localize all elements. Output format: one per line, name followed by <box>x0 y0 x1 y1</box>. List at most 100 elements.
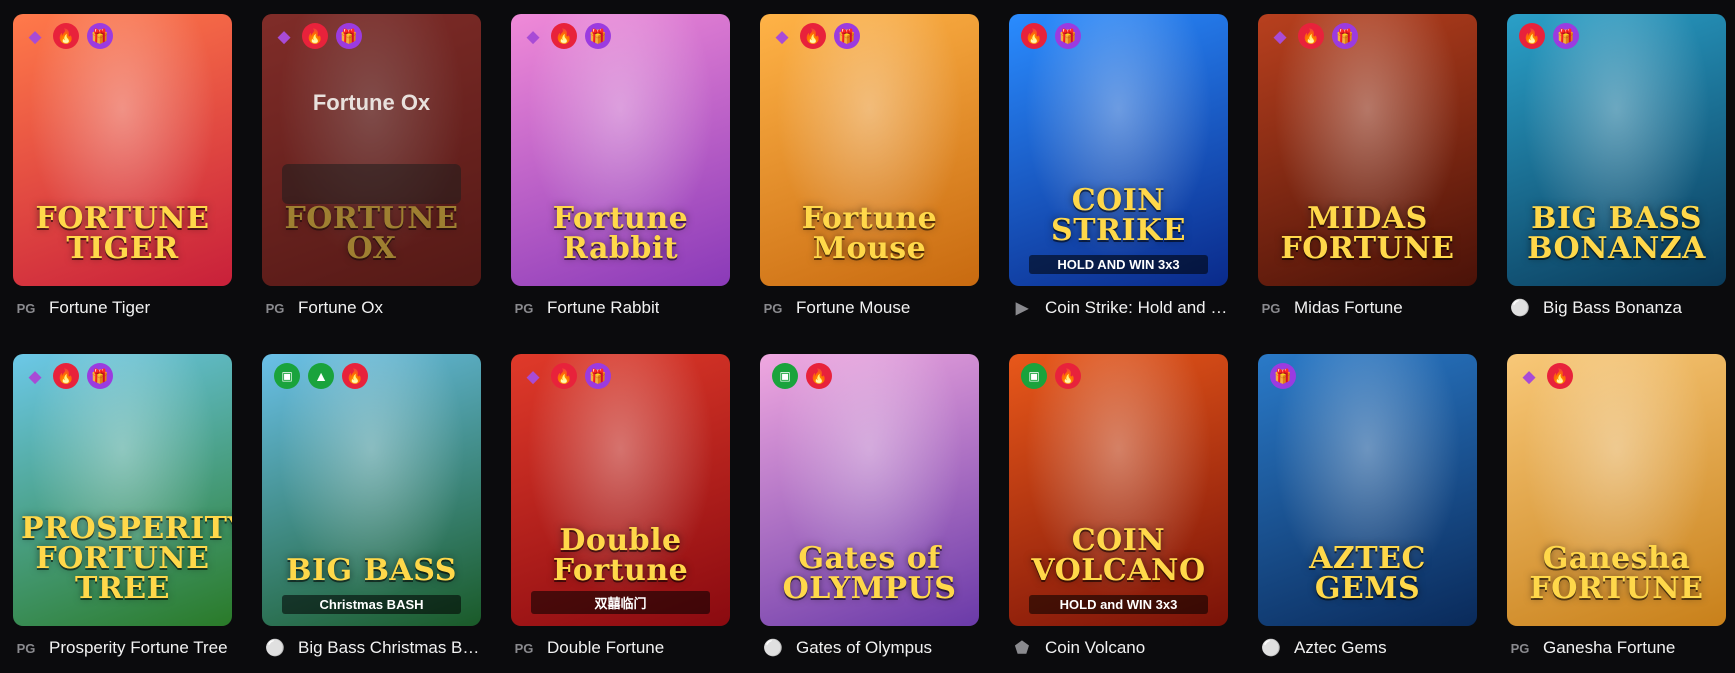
game-logo: FORTUNE OX <box>284 201 459 266</box>
game-thumbnail[interactable]: ▣ 🔥 COIN VOLCANO HOLD and WIN 3x3 <box>1009 354 1228 626</box>
game-title[interactable]: Big Bass Bonanza <box>1543 298 1682 318</box>
fishing-bobber-icon: ⚪ <box>1261 640 1281 657</box>
game-thumbnail[interactable]: ▣ ▲ 🔥 BIG BASS Christmas BASH <box>262 354 481 626</box>
game-thumbnail[interactable]: ◆ 🔥 🎁 Fortune Ox FORTUNE OX <box>262 14 481 286</box>
game-title[interactable]: Fortune Tiger <box>49 298 150 318</box>
game-caption: ⚪ Big Bass Christmas Bash <box>262 634 481 662</box>
fire-icon: 🔥 <box>1547 363 1573 389</box>
gift-icon: 🎁 <box>1055 23 1081 49</box>
game-card[interactable]: ◆ 🔥 🎁 Double Fortune 双囍临门 PG Double Fortune <box>511 354 730 657</box>
game-thumbnail[interactable]: ◆ 🔥 🎁 MIDAS FORTUNE <box>1258 14 1477 286</box>
game-caption: PG Prosperity Fortune Tree <box>13 634 232 662</box>
game-logo: COIN STRIKE <box>1051 183 1186 248</box>
game-thumbnail[interactable]: 🎁 AZTEC GEMS <box>1258 354 1477 626</box>
game-card[interactable]: ◆ 🔥 🎁 MIDAS FORTUNE PG Midas Fortune <box>1258 14 1477 344</box>
shield-icon: ⬟ <box>1015 640 1029 657</box>
badge-row: 🔥 🎁 <box>1021 23 1081 49</box>
game-thumbnail[interactable]: ◆ 🔥 🎁 PROSPERITY FORTUNE TREE <box>13 354 232 626</box>
game-title[interactable]: Fortune Rabbit <box>547 298 659 318</box>
diamond-icon: ◆ <box>277 26 291 46</box>
game-thumbnail[interactable]: ◆ 🔥 🎁 FORTUNE TIGER <box>13 14 232 286</box>
cash-icon: ▣ <box>274 363 300 389</box>
game-caption: ⚪ Big Bass Bonanza <box>1507 294 1726 322</box>
game-card[interactable]: ◆ 🔥 🎁 PROSPERITY FORTUNE TREE PG Prosperity F… <box>13 354 232 657</box>
game-logo: COIN VOLCANO <box>1031 523 1206 588</box>
game-caption: PG Ganesha Fortune <box>1507 634 1726 662</box>
game-thumbnail[interactable]: ◆ 🔥 Ganesha FORTUNE <box>1507 354 1726 626</box>
badge-row: ◆ 🔥 🎁 <box>274 23 362 49</box>
game-card[interactable]: 🔥 🎁 COIN STRIKE HOLD AND WIN 3x3 ▶ Coin Strik… <box>1009 14 1228 344</box>
badge-row: ◆ 🔥 🎁 <box>772 23 860 49</box>
game-logo: Fortune Mouse <box>801 201 938 266</box>
fishing-bobber-icon: ⚪ <box>265 640 285 657</box>
game-card[interactable]: ◆ 🔥 Ganesha FORTUNE PG Ganesha Fortune <box>1507 354 1726 657</box>
game-logo: BIG BASS BONANZA <box>1527 201 1706 266</box>
game-title[interactable]: Prosperity Fortune Tree <box>49 638 228 658</box>
badge-row: ◆ 🔥 🎁 <box>25 363 113 389</box>
game-card[interactable]: ◆ 🔥 🎁 Fortune Ox FORTUNE OX PG Fortune Ox <box>262 14 481 344</box>
diamond-icon: ◆ <box>526 26 540 46</box>
fire-icon: 🔥 <box>1055 363 1081 389</box>
game-card[interactable]: ◆ 🔥 🎁 Fortune Mouse PG Fortune Mouse <box>760 14 979 344</box>
game-title[interactable]: Fortune Ox <box>298 298 383 318</box>
game-thumbnail[interactable]: ▣ 🔥 Gates of OLYMPUS <box>760 354 979 626</box>
game-title[interactable]: Aztec Gems <box>1294 638 1387 658</box>
badge-row: ◆ 🔥 🎁 <box>25 23 113 49</box>
play-arrow-icon: ▶ <box>1015 300 1029 317</box>
badge-row: ▣ 🔥 <box>772 363 832 389</box>
game-title[interactable]: Big Bass Christmas Bash <box>298 638 481 658</box>
game-card[interactable]: 🔥 🎁 BIG BASS BONANZA ⚪ Big Bass Bonanza <box>1507 14 1726 344</box>
provider-label: PG <box>763 300 783 316</box>
badge-row: ◆ 🔥 <box>1519 363 1573 389</box>
game-thumbnail[interactable]: ◆ 🔥 🎁 Fortune Rabbit <box>511 14 730 286</box>
fire-icon: 🔥 <box>800 23 826 49</box>
thumbnail-art <box>262 14 481 286</box>
game-thumbnail[interactable]: ◆ 🔥 🎁 Double Fortune 双囍临门 <box>511 354 730 626</box>
fire-icon: 🔥 <box>1519 23 1545 49</box>
diamond-icon: ◆ <box>28 26 42 46</box>
provider-label: PG <box>16 300 36 316</box>
game-title[interactable]: Gates of Olympus <box>796 638 932 658</box>
game-thumbnail[interactable]: 🔥 🎁 BIG BASS BONANZA <box>1507 14 1726 286</box>
diamond-icon: ◆ <box>1522 366 1536 386</box>
game-caption: PG Fortune Tiger <box>13 294 232 322</box>
game-caption: ⬟ Coin Volcano <box>1009 634 1228 662</box>
game-title[interactable]: Fortune Mouse <box>796 298 910 318</box>
game-grid: ◆ 🔥 🎁 FORTUNE TIGER PG Fortune Tiger ◆ 🔥 🎁 Fortun… <box>13 14 1726 657</box>
gift-icon: 🎁 <box>834 23 860 49</box>
diamond-icon: ◆ <box>526 366 540 386</box>
play-button[interactable] <box>282 164 461 204</box>
gift-icon: 🎁 <box>585 363 611 389</box>
game-card[interactable]: ▣ ▲ 🔥 BIG BASS Christmas BASH ⚪ Big Bass Chris… <box>262 354 481 657</box>
game-caption: PG Midas Fortune <box>1258 294 1477 322</box>
game-title[interactable]: Coin Volcano <box>1045 638 1145 658</box>
badge-row: ◆ 🔥 🎁 <box>523 23 611 49</box>
game-title[interactable]: Coin Strike: Hold and Win <box>1045 298 1228 318</box>
game-card[interactable]: ◆ 🔥 🎁 Fortune Rabbit PG Fortune Rabbit <box>511 14 730 344</box>
game-title[interactable]: Ganesha Fortune <box>1543 638 1675 658</box>
fire-icon: 🔥 <box>1021 23 1047 49</box>
game-card[interactable]: ▣ 🔥 COIN VOLCANO HOLD and WIN 3x3 ⬟ Coin Volc… <box>1009 354 1228 657</box>
game-logo: Fortune Rabbit <box>552 201 689 266</box>
game-card[interactable]: ▣ 🔥 Gates of OLYMPUS ⚪ Gates of Olympus <box>760 354 979 657</box>
game-title[interactable]: Double Fortune <box>547 638 664 658</box>
fire-icon: 🔥 <box>551 363 577 389</box>
game-caption: ⚪ Gates of Olympus <box>760 634 979 662</box>
fire-icon: 🔥 <box>53 23 79 49</box>
gift-icon: 🎁 <box>87 363 113 389</box>
game-title[interactable]: Midas Fortune <box>1294 298 1403 318</box>
game-caption: ▶ Coin Strike: Hold and Win <box>1009 294 1228 322</box>
game-caption: PG Fortune Mouse <box>760 294 979 322</box>
game-thumbnail[interactable]: 🔥 🎁 COIN STRIKE HOLD AND WIN 3x3 <box>1009 14 1228 286</box>
diamond-icon: ◆ <box>775 26 789 46</box>
game-thumbnail[interactable]: ◆ 🔥 🎁 Fortune Mouse <box>760 14 979 286</box>
christmas-tree-icon: ▲ <box>308 363 334 389</box>
game-logo: BIG BASS <box>286 553 457 588</box>
provider-label: PG <box>514 640 534 656</box>
fire-icon: 🔥 <box>806 363 832 389</box>
cash-icon: ▣ <box>772 363 798 389</box>
game-logo: Ganesha FORTUNE <box>1529 541 1704 606</box>
game-card[interactable]: 🎁 AZTEC GEMS ⚪ Aztec Gems <box>1258 354 1477 657</box>
provider-label: PG <box>16 640 36 656</box>
game-card[interactable]: ◆ 🔥 🎁 FORTUNE TIGER PG Fortune Tiger <box>13 14 232 344</box>
